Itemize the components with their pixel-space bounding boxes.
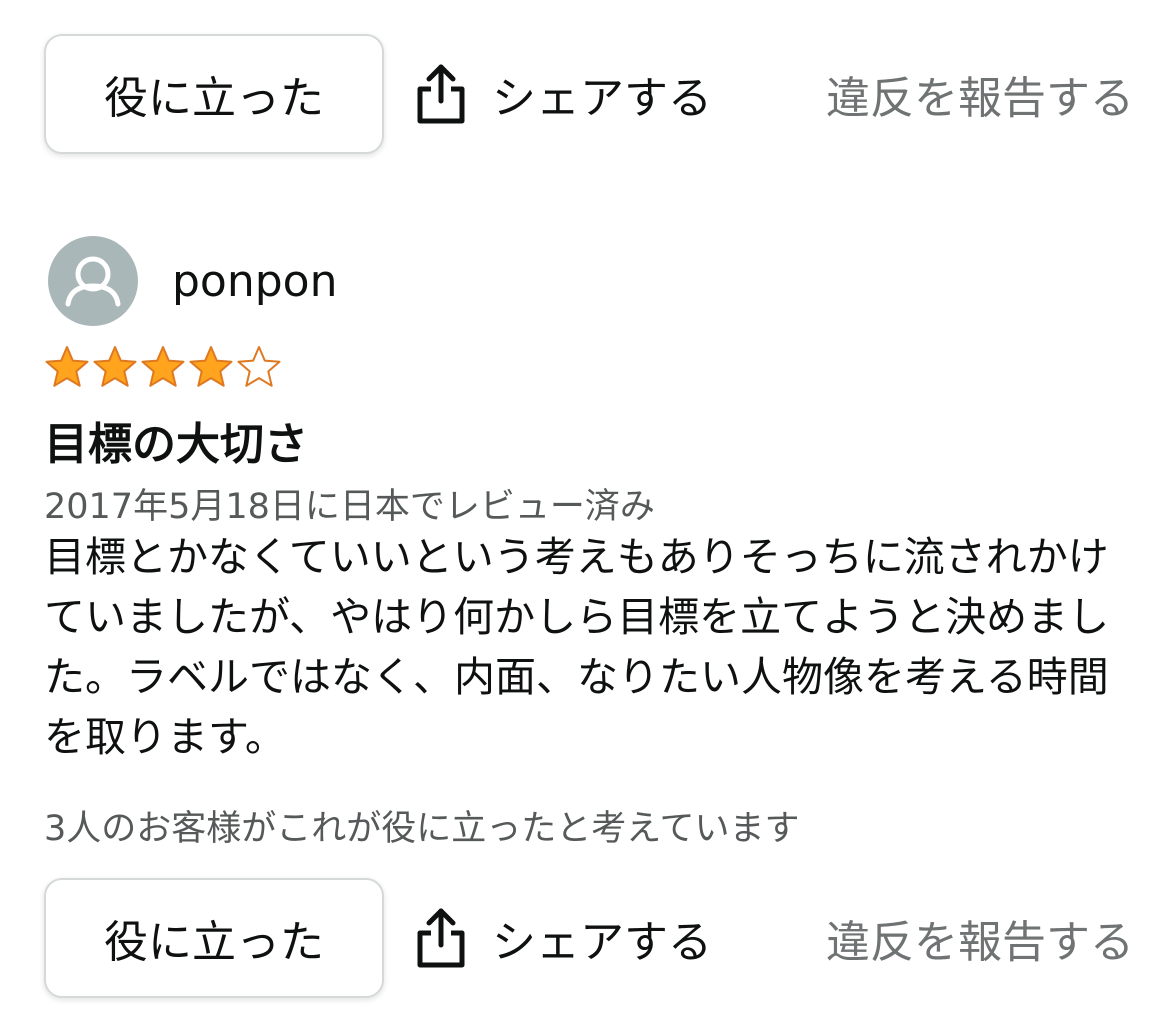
star-filled-icon: [141, 346, 185, 387]
star-filled-icon: [93, 346, 137, 387]
share-icon: [417, 908, 465, 968]
helpful-button[interactable]: 役に立った: [44, 34, 384, 154]
helpful-button[interactable]: 役に立った: [44, 878, 384, 998]
review-actions-top: 役に立った シェアする 違反を報告する: [44, 32, 1134, 156]
reviewer-profile[interactable]: ponpon: [48, 236, 337, 326]
star-filled-icon: [189, 346, 233, 387]
report-abuse-link[interactable]: 違反を報告する: [826, 906, 1134, 970]
avatar: [48, 236, 138, 326]
star-rating: [44, 344, 282, 390]
report-abuse-link[interactable]: 違反を報告する: [826, 62, 1134, 126]
share-button[interactable]: シェアする: [414, 906, 712, 970]
review-title[interactable]: 目標の大切さ: [44, 408, 308, 472]
share-label: シェアする: [492, 917, 712, 968]
review-actions: 役に立った シェアする 違反を報告する: [44, 876, 1134, 1000]
review-date: 2017年5月18日に日本でレビュー済み: [44, 487, 655, 527]
helpful-count: 3人のお客様がこれが役に立ったと考えています: [44, 809, 800, 849]
share-icon: [417, 64, 465, 124]
star-filled-icon: [45, 346, 89, 387]
user-silhouette-icon: [65, 256, 121, 307]
share-label: シェアする: [492, 73, 712, 124]
reviewer-name: ponpon: [172, 255, 338, 307]
star-empty-icon: [237, 346, 281, 387]
share-button[interactable]: シェアする: [414, 62, 712, 126]
review-body: 目標とかなくていいという考えもありそっちに流されかけていましたが、やはり何かしら…: [44, 533, 1110, 761]
